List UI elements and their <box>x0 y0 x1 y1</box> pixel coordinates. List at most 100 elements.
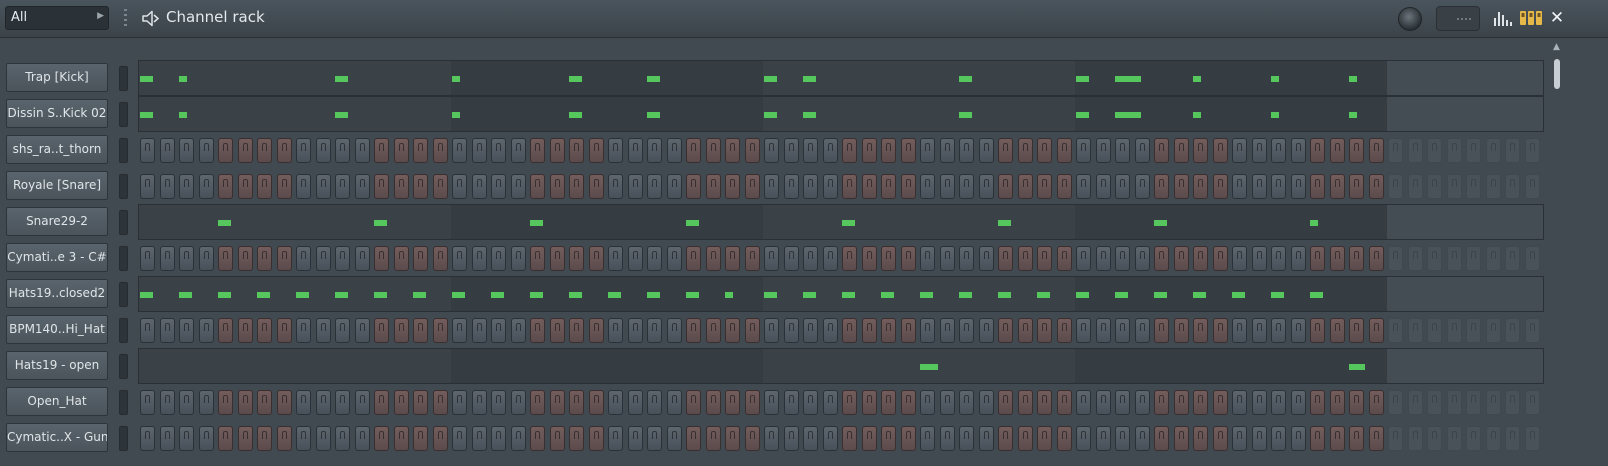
step-button[interactable] <box>1017 246 1033 271</box>
channel-select-indicator[interactable] <box>119 66 128 91</box>
channel-select-indicator[interactable] <box>119 354 128 379</box>
step-button[interactable] <box>1427 138 1442 163</box>
step-button[interactable] <box>1017 318 1033 343</box>
step-button[interactable] <box>1154 390 1169 415</box>
step-button[interactable] <box>530 174 545 199</box>
step-button[interactable] <box>822 390 838 415</box>
step-button[interactable] <box>686 174 701 199</box>
step-button[interactable] <box>998 138 1013 163</box>
step-button[interactable] <box>998 390 1013 415</box>
step-button[interactable] <box>1017 174 1033 199</box>
step-button[interactable] <box>159 138 175 163</box>
step-button[interactable] <box>705 318 721 343</box>
step-button[interactable] <box>471 318 487 343</box>
step-button[interactable] <box>1388 138 1403 163</box>
step-button[interactable] <box>1310 390 1325 415</box>
step-button[interactable] <box>1388 390 1403 415</box>
step-button[interactable] <box>1466 138 1481 163</box>
step-button[interactable] <box>1368 390 1384 415</box>
step-button[interactable] <box>920 174 935 199</box>
step-button[interactable] <box>608 138 623 163</box>
step-button[interactable] <box>1056 390 1072 415</box>
channel-name-button[interactable]: Hats19 - open <box>6 351 108 380</box>
step-button[interactable] <box>1485 174 1501 199</box>
step-button[interactable] <box>978 174 994 199</box>
step-button[interactable] <box>705 138 721 163</box>
step-button[interactable] <box>1466 390 1481 415</box>
step-button[interactable] <box>608 426 623 451</box>
step-button[interactable] <box>237 390 253 415</box>
step-button[interactable] <box>1212 138 1228 163</box>
step-button[interactable] <box>627 390 643 415</box>
step-button[interactable] <box>1232 138 1247 163</box>
step-button[interactable] <box>354 426 370 451</box>
step-button[interactable] <box>686 318 701 343</box>
step-button[interactable] <box>1427 246 1442 271</box>
step-button[interactable] <box>218 426 233 451</box>
step-button[interactable] <box>666 246 682 271</box>
step-button[interactable] <box>1427 318 1442 343</box>
step-button[interactable] <box>1076 318 1091 343</box>
step-button[interactable] <box>1212 318 1228 343</box>
step-button[interactable] <box>1290 318 1306 343</box>
step-button[interactable] <box>881 426 896 451</box>
step-button[interactable] <box>491 246 506 271</box>
step-button[interactable] <box>471 138 487 163</box>
step-button[interactable] <box>959 138 974 163</box>
step-button[interactable] <box>1037 426 1052 451</box>
step-button[interactable] <box>783 426 799 451</box>
channel-name-button[interactable]: Hats19..closed2 <box>6 279 108 308</box>
step-button[interactable] <box>296 246 311 271</box>
step-button[interactable] <box>569 138 584 163</box>
channel-select-indicator[interactable] <box>119 174 128 199</box>
step-button[interactable] <box>1076 390 1091 415</box>
step-button[interactable] <box>354 390 370 415</box>
step-button[interactable] <box>1232 174 1247 199</box>
step-button[interactable] <box>588 318 604 343</box>
step-button[interactable] <box>1349 426 1364 451</box>
step-button[interactable] <box>257 174 272 199</box>
step-button[interactable] <box>900 246 916 271</box>
step-button[interactable] <box>861 138 877 163</box>
step-button[interactable] <box>588 390 604 415</box>
step-button[interactable] <box>1524 174 1540 199</box>
step-button[interactable] <box>1505 246 1520 271</box>
step-button[interactable] <box>452 174 467 199</box>
step-button[interactable] <box>1407 426 1423 451</box>
step-button[interactable] <box>822 426 838 451</box>
step-button[interactable] <box>354 174 370 199</box>
step-button[interactable] <box>257 426 272 451</box>
step-button[interactable] <box>998 318 1013 343</box>
step-button[interactable] <box>822 174 838 199</box>
step-button[interactable] <box>1427 426 1442 451</box>
step-button[interactable] <box>549 174 565 199</box>
step-button[interactable] <box>1349 318 1364 343</box>
step-sequencer-icon[interactable] <box>1520 10 1542 26</box>
step-button[interactable] <box>1037 138 1052 163</box>
step-button[interactable] <box>842 246 857 271</box>
step-button[interactable] <box>452 390 467 415</box>
step-button[interactable] <box>335 426 350 451</box>
step-button[interactable] <box>1134 138 1150 163</box>
step-button[interactable] <box>1193 246 1208 271</box>
step-button[interactable] <box>939 426 955 451</box>
step-button[interactable] <box>1232 246 1247 271</box>
step-button[interactable] <box>1407 318 1423 343</box>
step-button[interactable] <box>764 174 779 199</box>
step-button[interactable] <box>413 246 428 271</box>
step-button[interactable] <box>803 174 818 199</box>
step-button[interactable] <box>1017 138 1033 163</box>
step-button[interactable] <box>1505 174 1520 199</box>
step-button[interactable] <box>705 390 721 415</box>
step-button[interactable] <box>842 138 857 163</box>
step-button[interactable] <box>159 426 175 451</box>
step-button[interactable] <box>549 246 565 271</box>
step-button[interactable] <box>315 426 331 451</box>
step-button[interactable] <box>1134 174 1150 199</box>
step-button[interactable] <box>627 174 643 199</box>
step-button[interactable] <box>1524 426 1540 451</box>
step-button[interactable] <box>1154 318 1169 343</box>
step-button[interactable] <box>218 138 233 163</box>
step-button[interactable] <box>1368 318 1384 343</box>
step-button[interactable] <box>1290 174 1306 199</box>
